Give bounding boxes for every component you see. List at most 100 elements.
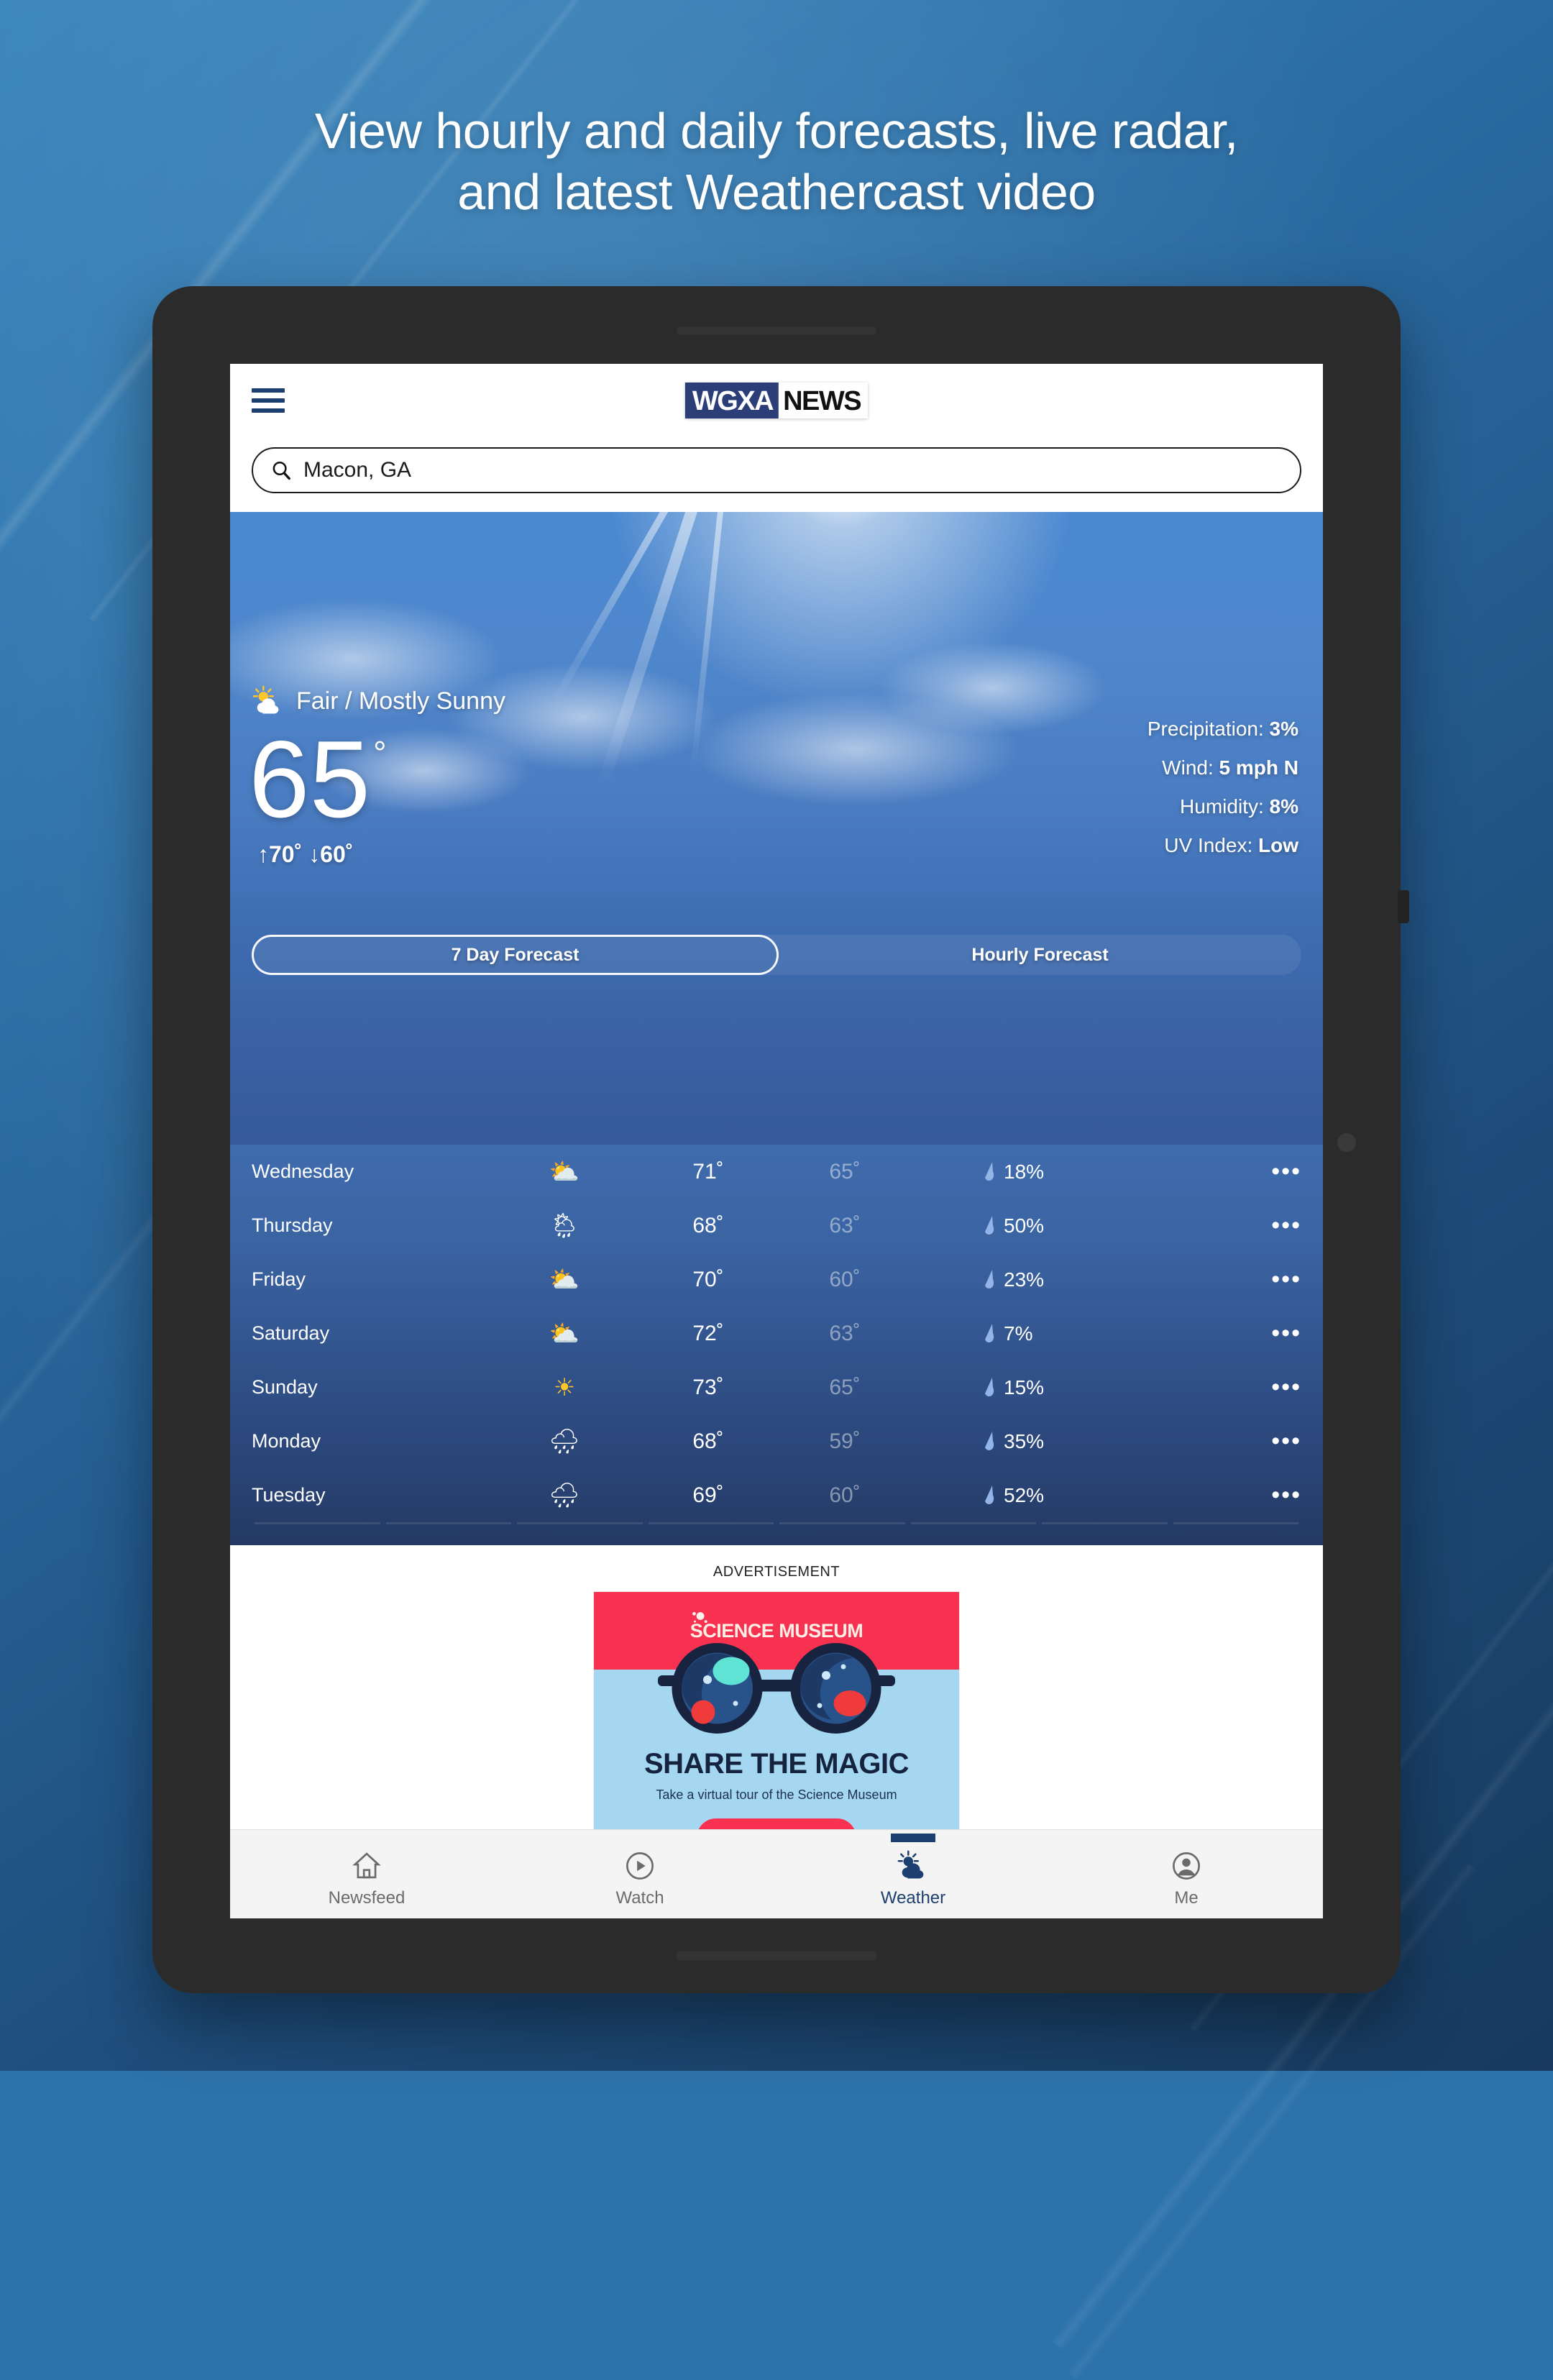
hamburger-menu-icon[interactable]	[252, 388, 285, 413]
forecast-day: Tuesday	[252, 1484, 326, 1506]
tab-hourly-forecast[interactable]: Hourly Forecast	[779, 935, 1301, 975]
sun-behind-cloud-icon: ⛅	[549, 1158, 580, 1186]
nav-item-newsfeed[interactable]: Newsfeed	[230, 1841, 503, 1908]
nav-item-weather[interactable]: Weather	[776, 1833, 1050, 1908]
advertisement-headline: SHARE THE MAGIC	[643, 1748, 910, 1780]
device-side-button	[1398, 890, 1409, 923]
metric-label: Humidity:	[1180, 795, 1264, 818]
forecast-row[interactable]: Tuesday 🌧 69˚ 60˚ 52% •••	[230, 1468, 1323, 1522]
forecast-precip-value: 35%	[1004, 1429, 1045, 1452]
forecast-row-menu-icon[interactable]: •••	[1237, 1159, 1301, 1183]
current-temperature: 65	[249, 718, 371, 841]
forecast-row-menu-icon[interactable]: •••	[1237, 1213, 1301, 1237]
forecast-row[interactable]: Saturday ⛅ 72˚ 63˚ 7% •••	[230, 1306, 1323, 1360]
forecast-high: 69˚	[692, 1483, 724, 1507]
forecast-precip-value: 23%	[1004, 1268, 1045, 1291]
forecast-precipitation: 15%	[913, 1376, 1237, 1399]
nav-label: Weather	[880, 1887, 946, 1908]
water-droplet-icon	[985, 1431, 994, 1450]
app-header: WGXA NEWS Macon, GA	[230, 364, 1323, 512]
app-logo[interactable]: WGXA NEWS	[684, 383, 869, 418]
forecast-precipitation: 50%	[913, 1214, 1237, 1237]
forecast-low: 60˚	[829, 1483, 861, 1507]
forecast-low: 65˚	[829, 1159, 861, 1184]
promo-headline-line2: and latest Weathercast video	[457, 164, 1096, 221]
forecast-day: Sunday	[252, 1376, 318, 1398]
panel-bottom-notches	[230, 1522, 1323, 1529]
forecast-high: 68˚	[692, 1213, 724, 1237]
forecast-row[interactable]: Monday 🌧 68˚ 59˚ 35% •••	[230, 1414, 1323, 1468]
degree-symbol: °	[373, 734, 387, 772]
metric-precipitation: Precipitation: 3%	[1147, 719, 1298, 739]
forecast-row[interactable]: Sunday ☀ 73˚ 65˚ 15% •••	[230, 1360, 1323, 1414]
tab-7-day-forecast[interactable]: 7 Day Forecast	[252, 935, 779, 975]
metric-value: Low	[1258, 834, 1298, 856]
account-circle-icon	[1173, 1852, 1200, 1880]
device-speaker-grille	[677, 326, 876, 335]
home-icon	[352, 1852, 381, 1878]
sun-behind-cloud-icon	[897, 1850, 924, 1878]
water-droplet-icon	[985, 1161, 994, 1181]
current-metrics: Precipitation: 3% Wind: 5 mph N Humidity…	[1147, 719, 1298, 874]
forecast-precip-value: 52%	[1004, 1483, 1045, 1506]
metric-label: Precipitation:	[1147, 718, 1264, 740]
forecast-row[interactable]: Thursday 🌦 68˚ 63˚ 50% •••	[230, 1199, 1323, 1253]
forecast-precipitation: 7%	[913, 1322, 1237, 1345]
forecast-low: 59˚	[829, 1429, 861, 1453]
forecast-precipitation: 52%	[913, 1484, 1237, 1507]
forecast-high: 72˚	[692, 1321, 724, 1345]
forecast-precipitation: 18%	[913, 1161, 1237, 1184]
space-glasses-illustration	[658, 1643, 895, 1734]
forecast-precipitation: 23%	[913, 1268, 1237, 1291]
nav-item-watch[interactable]: Watch	[503, 1841, 776, 1908]
metric-label: Wind:	[1162, 756, 1214, 779]
sparkle-icon	[692, 1611, 707, 1624]
forecast-row-menu-icon[interactable]: •••	[1237, 1375, 1301, 1399]
forecast-day: Thursday	[252, 1214, 333, 1236]
forecast-high: 73˚	[692, 1375, 724, 1399]
forecast-precipitation: 35%	[913, 1430, 1237, 1453]
device-camera	[1337, 1133, 1356, 1152]
forecast-precip-value: 18%	[1004, 1160, 1045, 1183]
forecast-row-menu-icon[interactable]: •••	[1237, 1321, 1301, 1345]
promo-headline-line1: View hourly and daily forecasts, live ra…	[314, 103, 1239, 159]
app-screen: WGXA NEWS Macon, GA Fair / Mostly Sunny …	[230, 364, 1323, 1918]
water-droplet-icon	[985, 1485, 994, 1504]
metric-value: 5 mph N	[1219, 756, 1298, 779]
metric-wind: Wind: 5 mph N	[1147, 758, 1298, 778]
metric-value: 8%	[1269, 795, 1298, 818]
forecast-precip-value: 50%	[1004, 1214, 1045, 1237]
forecast-row-menu-icon[interactable]: •••	[1237, 1429, 1301, 1452]
nav-item-me[interactable]: Me	[1050, 1841, 1323, 1908]
advertisement-subtext: Take a virtual tour of the Science Museu…	[656, 1788, 897, 1802]
forecast-day: Saturday	[252, 1322, 330, 1344]
cloud-rain-icon: 🌧	[549, 1427, 580, 1455]
bottom-navigation-bar: Newsfeed Watch Weather Me	[230, 1829, 1323, 1918]
nav-label: Watch	[615, 1887, 664, 1908]
advertisement-label: ADVERTISEMENT	[713, 1564, 840, 1580]
location-search-input[interactable]: Macon, GA	[252, 447, 1301, 493]
promo-headline: View hourly and daily forecasts, live ra…	[0, 101, 1553, 224]
water-droplet-icon	[985, 1269, 994, 1289]
forecast-tab-group: 7 Day Forecast Hourly Forecast	[252, 935, 1301, 975]
forecast-row[interactable]: Wednesday ⛅ 71˚ 65˚ 18% •••	[230, 1145, 1323, 1199]
current-temperature-block: 65° ↑70˚ ↓60˚	[249, 718, 387, 868]
forecast-row[interactable]: Friday ⛅ 70˚ 60˚ 23% •••	[230, 1253, 1323, 1306]
logo-word: NEWS	[779, 383, 869, 418]
forecast-low: 63˚	[829, 1321, 861, 1345]
current-condition-text: Fair / Mostly Sunny	[296, 687, 505, 715]
forecast-low: 60˚	[829, 1267, 861, 1291]
forecast-row-menu-icon[interactable]: •••	[1237, 1483, 1301, 1506]
device-speaker-grille-bottom	[677, 1951, 876, 1960]
water-droplet-icon	[985, 1215, 994, 1235]
logo-mark: WGXA	[684, 383, 779, 418]
metric-value: 3%	[1269, 718, 1298, 740]
sun-behind-cloud-icon: ⛅	[549, 1265, 580, 1294]
metric-uv-index: UV Index: Low	[1147, 836, 1298, 856]
metric-humidity: Humidity: 8%	[1147, 797, 1298, 817]
hero-gradient-overlay	[230, 843, 1323, 1145]
today-high-low: ↑70˚ ↓60˚	[257, 841, 354, 868]
water-droplet-icon	[985, 1377, 994, 1396]
current-condition: Fair / Mostly Sunny	[252, 685, 505, 718]
forecast-row-menu-icon[interactable]: •••	[1237, 1267, 1301, 1291]
